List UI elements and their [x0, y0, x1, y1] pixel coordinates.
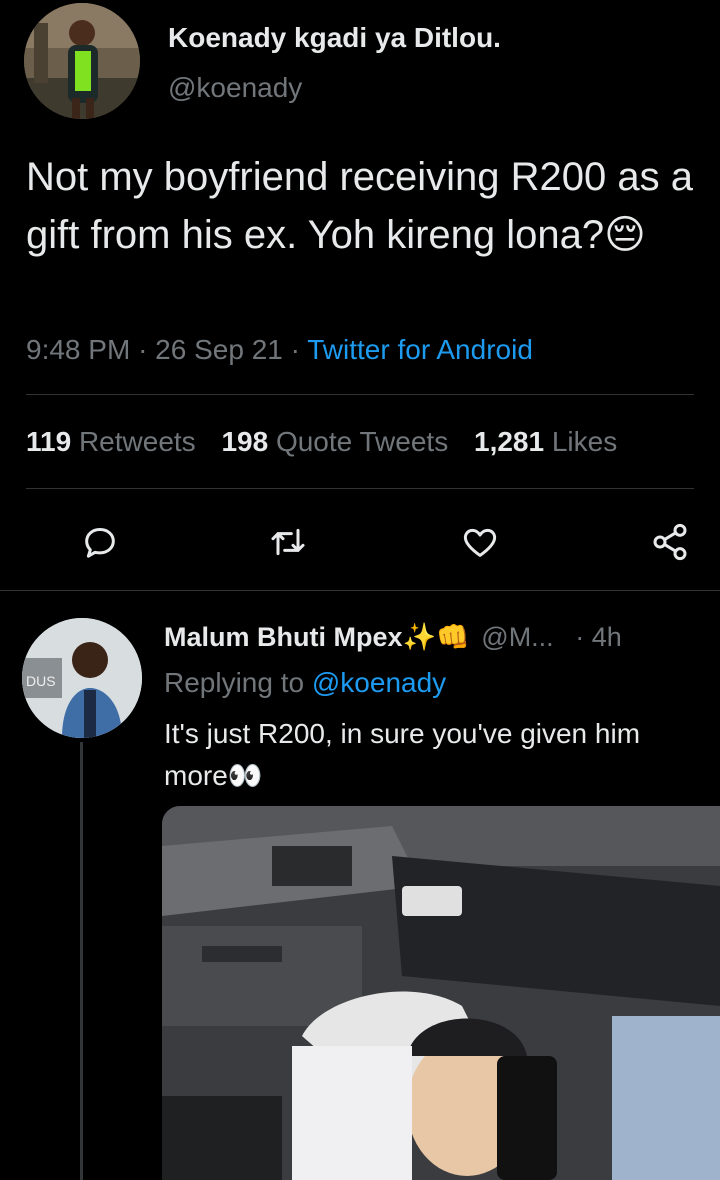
replying-handle[interactable]: @koenady — [312, 667, 446, 698]
likes-stat[interactable]: 1,281 Likes — [474, 426, 617, 457]
tweet-time[interactable]: 9:48 PM — [26, 334, 130, 365]
quotes-label: Quote Tweets — [275, 426, 449, 457]
meta-separator: · — [290, 334, 300, 365]
section-divider — [0, 590, 720, 591]
reply-author-name[interactable]: Malum Bhuti Mpex — [164, 622, 403, 652]
reply-header: Malum Bhuti Mpex✨👊 @M... · 4h — [164, 621, 704, 653]
quotes-count: 198 — [221, 426, 269, 457]
author-handle[interactable]: @koenady — [168, 72, 302, 104]
retweets-stat[interactable]: 119 Retweets — [26, 426, 203, 457]
likes-count: 1,281 — [474, 426, 545, 457]
replying-prefix: Replying to — [164, 667, 305, 698]
reply-avatar-photo: DUS — [22, 618, 142, 738]
author-name[interactable]: Koenady kgadi ya Ditlou. — [168, 22, 501, 54]
divider — [26, 394, 694, 395]
reply-avatar[interactable]: DUS — [22, 618, 142, 738]
thread-line — [80, 742, 83, 1180]
tweet-stats: 119 Retweets 198 Quote Tweets 1,281 Like… — [26, 426, 617, 458]
author-avatar[interactable] — [24, 3, 140, 119]
svg-text:DUS: DUS — [26, 673, 56, 689]
retweet-icon[interactable] — [258, 512, 318, 572]
meta-separator: · — [138, 334, 148, 365]
retweets-label: Retweets — [78, 426, 196, 457]
avatar-photo — [24, 3, 140, 119]
reply-author-handle[interactable]: @M... — [481, 622, 553, 652]
tweet-date[interactable]: 26 Sep 21 — [155, 334, 283, 365]
sparkles-fist-icons: ✨👊 — [402, 622, 470, 652]
tweet-body: Not my boyfriend receiving R200 as a gif… — [26, 155, 693, 257]
reply-time[interactable]: · 4h — [575, 622, 622, 652]
eyes-icon: 👀 — [227, 760, 263, 791]
quotes-stat[interactable]: 198 Quote Tweets — [221, 426, 456, 457]
reply-icon[interactable] — [70, 512, 130, 572]
share-icon[interactable] — [640, 512, 700, 572]
tweet-text: Not my boyfriend receiving R200 as a gif… — [26, 148, 716, 264]
pensive-face-icon: 😔 — [604, 213, 646, 257]
tweet-meta: 9:48 PM · 26 Sep 21 · Twitter for Androi… — [26, 334, 533, 366]
reply-media-photo[interactable] — [162, 806, 720, 1180]
reply-text: It's just R200, in sure you've given him… — [164, 713, 704, 797]
tweet-source[interactable]: Twitter for Android — [307, 334, 533, 365]
like-icon[interactable] — [450, 512, 510, 572]
replying-to: Replying to @koenady — [164, 667, 446, 699]
retweets-count: 119 — [26, 426, 72, 457]
car-interior-image — [162, 806, 720, 1180]
likes-label: Likes — [551, 426, 618, 457]
divider — [26, 488, 694, 489]
